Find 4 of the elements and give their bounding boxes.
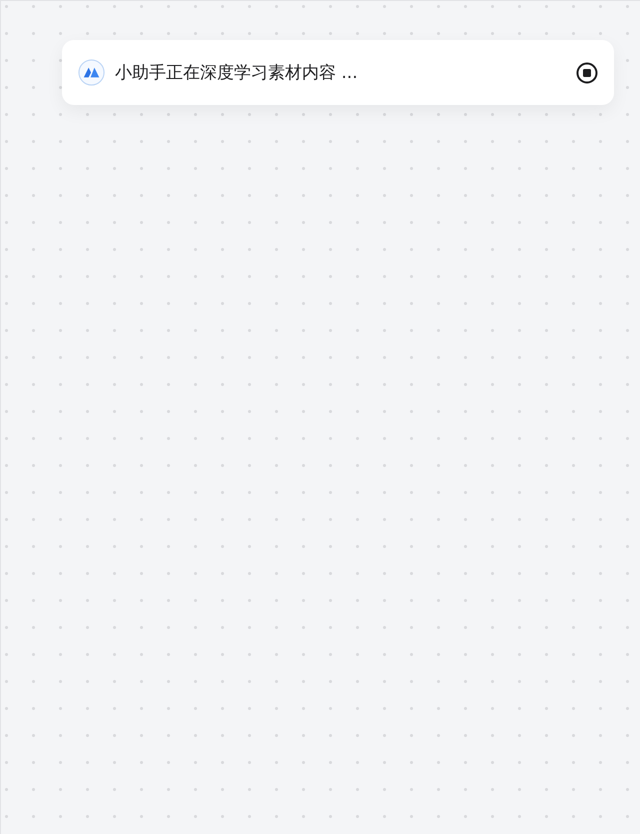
logo-icon	[78, 59, 105, 86]
status-message: 小助手正在深度学习素材内容 ...	[115, 62, 359, 84]
stop-icon	[576, 62, 598, 84]
stop-button[interactable]	[574, 60, 600, 86]
